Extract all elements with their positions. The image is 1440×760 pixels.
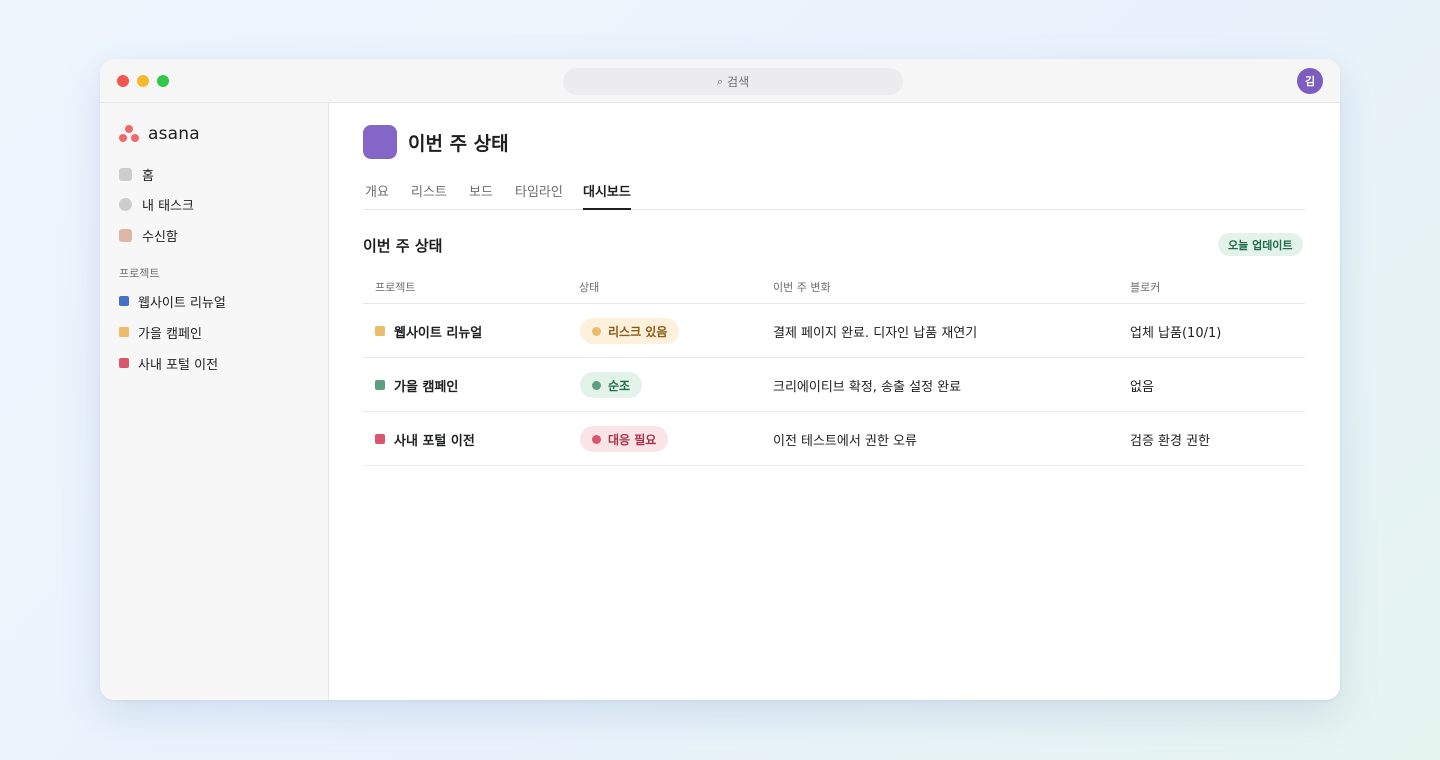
sidebar: asana 홈 내 태스크 수신함 프로젝트 웹사이트 리뉴얼 가을 캠페인 사… [100, 103, 329, 700]
project-color-icon [375, 326, 385, 336]
status-dot-icon [592, 326, 601, 336]
status-pill[interactable]: 리스크 있음 [580, 318, 680, 344]
main-content: 이번 주 상태 개요 리스트 보드 타임라인 대시보드 이번 주 상태 오늘 업… [329, 103, 1340, 700]
sidebar-project-website-renewal[interactable]: 웹사이트 리뉴얼 [119, 291, 226, 311]
table-row[interactable]: 가을 캠페인 순조 크리에이티브 확정, 송출 설정 완료 없음 [363, 358, 1305, 412]
project-cell[interactable]: 사내 포털 이전 [375, 412, 475, 466]
asana-logo-icon [118, 124, 140, 144]
status-cell: 순조 [580, 358, 643, 412]
project-tabs: 개요 리스트 보드 타임라인 대시보드 [363, 179, 1305, 210]
sidebar-item-label: 사내 포털 이전 [138, 357, 219, 373]
app-window: ⌕ 검색 김 asana 홈 내 태스크 수신함 프로젝트 웹사이트 리뉴얼 가… [100, 59, 1340, 700]
column-header-blocker[interactable]: 블로커 [1130, 279, 1160, 295]
sidebar-project-portal-migration[interactable]: 사내 포털 이전 [119, 353, 218, 373]
blocker-cell: 검증 환경 권한 [1130, 433, 1211, 449]
project-name: 가을 캠페인 [394, 379, 459, 395]
minimize-window-button[interactable] [137, 75, 149, 87]
tab-board[interactable]: 보드 [469, 181, 493, 210]
logo-text: asana [148, 124, 200, 144]
search-input[interactable]: ⌕ 검색 [563, 68, 903, 95]
search-icon: ⌕ [716, 74, 724, 88]
home-icon [119, 167, 132, 181]
title-bar: ⌕ 검색 김 [100, 59, 1340, 103]
project-color-icon [375, 380, 385, 390]
sidebar-item-label: 가을 캠페인 [138, 326, 202, 342]
tab-overview[interactable]: 개요 [365, 181, 389, 210]
status-cell: 리스크 있음 [580, 304, 680, 358]
asana-logo[interactable]: asana [118, 123, 200, 145]
sidebar-item-my-tasks[interactable]: 내 태스크 [119, 194, 194, 214]
table-header: 프로젝트 상태 이번 주 변화 블로커 [363, 274, 1305, 304]
status-label: 리스크 있음 [608, 324, 668, 339]
status-badge: 오늘 업데이트 [1218, 233, 1303, 256]
tab-list[interactable]: 리스트 [411, 181, 447, 210]
project-name: 웹사이트 리뉴얼 [394, 325, 483, 341]
project-cell[interactable]: 웹사이트 리뉴얼 [375, 304, 482, 358]
avatar[interactable]: 김 [1297, 68, 1323, 94]
sidebar-item-label: 홈 [142, 168, 154, 184]
sidebar-item-label: 웹사이트 리뉴얼 [138, 295, 226, 311]
table-row[interactable]: 웹사이트 리뉴얼 리스크 있음 결제 페이지 완료. 디자인 납품 재연기 업체… [363, 304, 1305, 358]
project-color-icon [119, 296, 129, 306]
tab-dashboard[interactable]: 대시보드 [583, 181, 631, 210]
projects-section-label: 프로젝트 [119, 267, 160, 280]
project-color-icon [119, 327, 129, 337]
project-cell[interactable]: 가을 캠페인 [375, 358, 458, 412]
project-icon [363, 125, 397, 159]
tasks-icon [119, 197, 132, 211]
change-cell: 결제 페이지 완료. 디자인 납품 재연기 [773, 325, 978, 341]
project-name: 사내 포털 이전 [394, 433, 475, 449]
search-label: 검색 [727, 75, 750, 89]
sidebar-item-label: 수신함 [142, 229, 178, 245]
status-dot-icon [592, 434, 601, 444]
project-color-icon [119, 358, 129, 368]
table-row[interactable]: 사내 포털 이전 대응 필요 이전 테스트에서 권한 오류 검증 환경 권한 [363, 412, 1305, 466]
status-label: 순조 [608, 378, 631, 393]
status-table: 프로젝트 상태 이번 주 변화 블로커 웹사이트 리뉴얼 리스크 있음 결제 페… [363, 274, 1305, 466]
sidebar-item-inbox[interactable]: 수신함 [119, 225, 178, 245]
blocker-cell: 없음 [1130, 379, 1154, 395]
sidebar-item-label: 내 태스크 [142, 198, 194, 214]
inbox-icon [119, 228, 132, 242]
page-title: 이번 주 상태 [408, 133, 509, 155]
status-dot-icon [592, 380, 601, 390]
change-cell: 크리에이티브 확정, 송출 설정 완료 [773, 379, 962, 395]
status-pill[interactable]: 대응 필요 [580, 426, 669, 452]
column-header-project[interactable]: 프로젝트 [375, 279, 415, 295]
blocker-cell: 업체 납품(10/1) [1130, 325, 1222, 341]
close-window-button[interactable] [117, 75, 129, 87]
status-label: 대응 필요 [608, 432, 657, 447]
tab-timeline[interactable]: 타임라인 [515, 181, 563, 210]
project-color-icon [375, 434, 385, 444]
change-cell: 이전 테스트에서 권한 오류 [773, 433, 917, 449]
sidebar-project-autumn-campaign[interactable]: 가을 캠페인 [119, 322, 202, 342]
section-title: 이번 주 상태 [363, 237, 443, 255]
maximize-window-button[interactable] [157, 75, 169, 87]
sidebar-item-home[interactable]: 홈 [119, 164, 154, 184]
status-cell: 대응 필요 [580, 412, 669, 466]
column-header-status[interactable]: 상태 [579, 279, 599, 295]
status-pill[interactable]: 순조 [580, 372, 643, 398]
column-header-change[interactable]: 이번 주 변화 [773, 279, 831, 295]
